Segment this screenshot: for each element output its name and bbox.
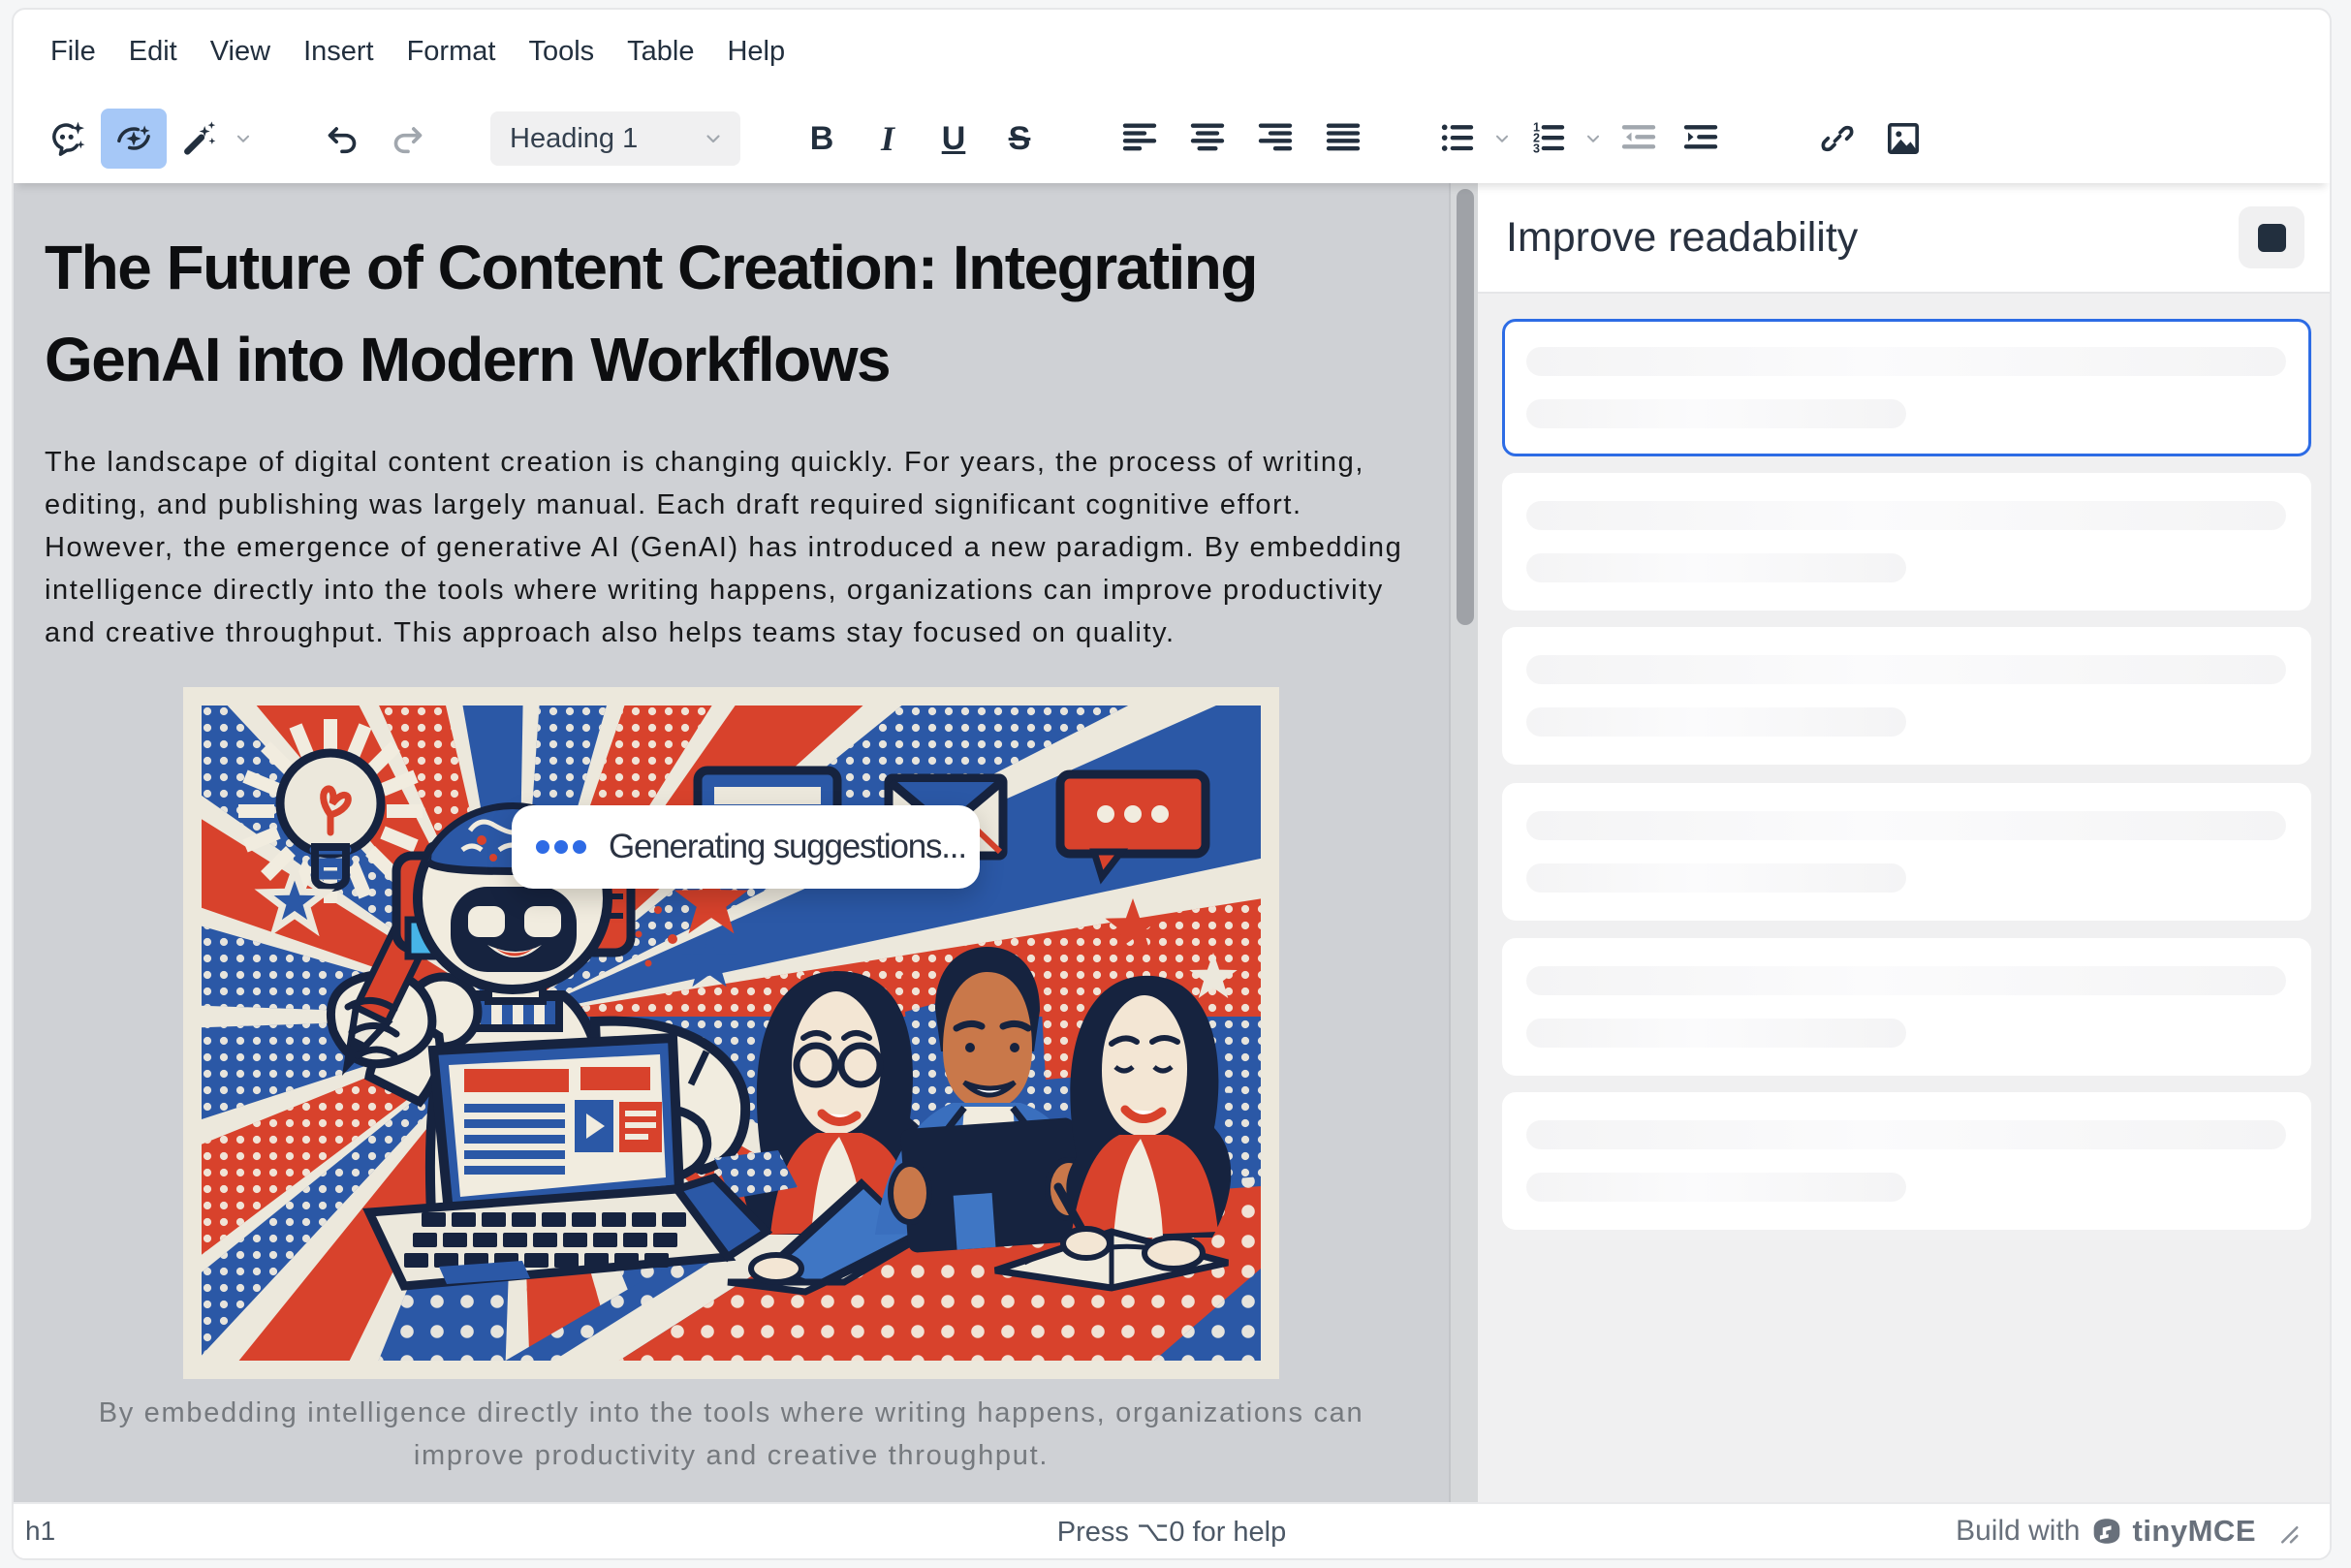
svg-text:3: 3 xyxy=(1533,142,1540,156)
